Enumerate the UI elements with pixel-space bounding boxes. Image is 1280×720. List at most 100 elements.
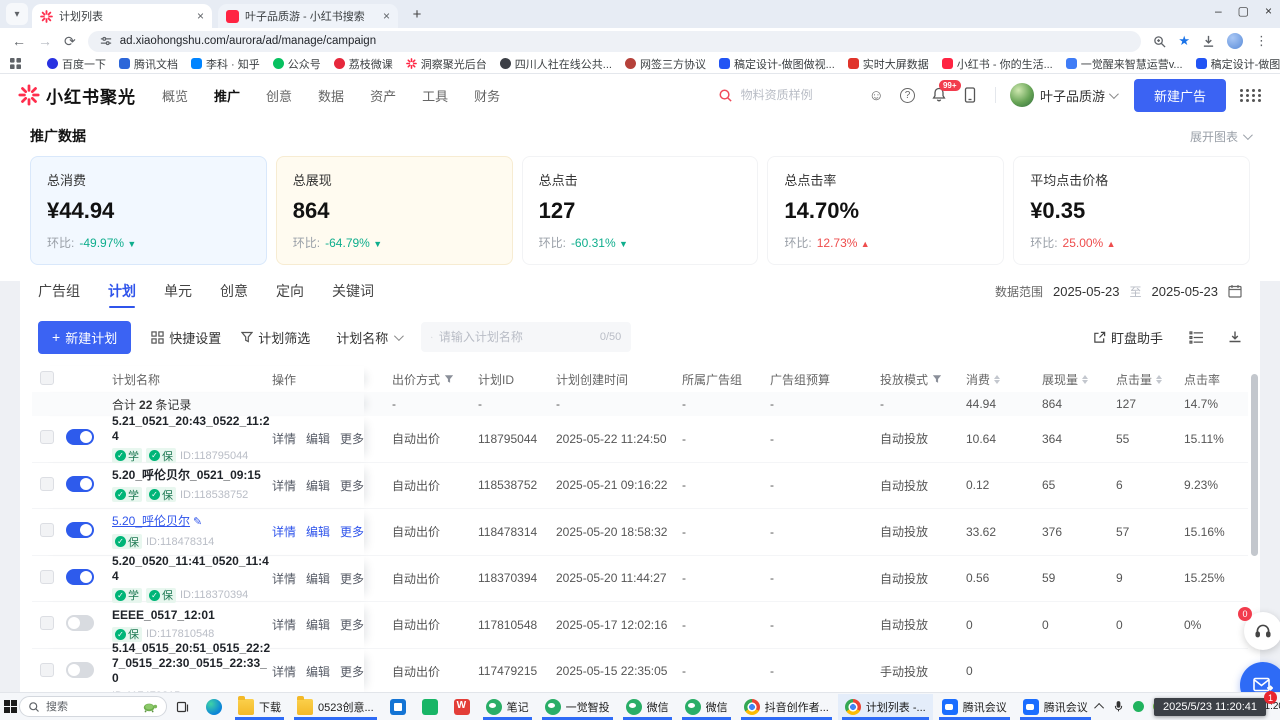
plan-name[interactable]: 5.14_0515_20:51_0515_22:27_0515_22:30_05…: [112, 641, 270, 685]
microphone-icon[interactable]: [1113, 700, 1124, 713]
url-bar[interactable]: ad.xiaohongshu.com/aurora/ad/manage/camp…: [88, 31, 1142, 52]
action-more[interactable]: 更多: [340, 663, 364, 680]
taskbar-search-input[interactable]: [46, 701, 136, 713]
tab-search-icon[interactable]: ▾: [6, 3, 28, 25]
mobile-preview-icon[interactable]: [963, 87, 977, 103]
user-name[interactable]: 叶子品质游: [1040, 86, 1105, 105]
tray-green-icon[interactable]: [1133, 701, 1144, 712]
action-detail[interactable]: 详情: [272, 523, 296, 540]
filter-funnel-icon[interactable]: [932, 374, 942, 384]
download-icon[interactable]: [1202, 35, 1215, 48]
taskbar-app-chrome-douyin[interactable]: 抖音创作者...: [737, 694, 836, 720]
tray-expand-icon[interactable]: [1094, 703, 1104, 713]
select-all-checkbox[interactable]: [40, 371, 54, 385]
plan-search-box[interactable]: 0/50: [421, 322, 631, 352]
row-checkbox[interactable]: [40, 523, 54, 537]
app-grid-icon[interactable]: [1240, 89, 1262, 102]
col-ctr[interactable]: 点击率: [1184, 371, 1230, 388]
col-impressions[interactable]: 展现量: [1042, 371, 1116, 388]
nav-data[interactable]: 数据: [318, 86, 344, 105]
taskbar-app-wps[interactable]: [447, 694, 477, 720]
col-bid-type[interactable]: 出价方式: [392, 371, 478, 388]
tab-adgroup[interactable]: 广告组: [38, 268, 80, 314]
feedback-smiley-icon[interactable]: ☺: [869, 87, 884, 104]
search-field-select[interactable]: 计划名称: [336, 328, 401, 347]
taskbar-search[interactable]: [19, 696, 167, 717]
taskbar-app-store[interactable]: [383, 694, 413, 720]
date-end[interactable]: 2025-05-23: [1152, 284, 1219, 299]
action-detail[interactable]: 详情: [272, 430, 296, 447]
row-checkbox[interactable]: [40, 616, 54, 630]
action-more[interactable]: 更多: [340, 477, 364, 494]
sort-icon[interactable]: [1082, 375, 1088, 384]
action-detail[interactable]: 详情: [272, 663, 296, 680]
browser-profile-avatar[interactable]: [1227, 33, 1243, 49]
taskbar-app-green[interactable]: [415, 694, 445, 720]
header-search[interactable]: [718, 88, 851, 103]
taskbar-app-wechat[interactable]: 微信: [678, 694, 735, 720]
apps-grid-icon[interactable]: [10, 58, 21, 69]
nav-tools[interactable]: 工具: [422, 86, 448, 105]
bookmark[interactable]: 小红书 - 你的生活...: [942, 56, 1053, 72]
bookmark[interactable]: 四川人社在线公共...: [500, 56, 612, 72]
back-button[interactable]: ←: [12, 34, 26, 48]
table-vertical-scrollbar[interactable]: [1251, 374, 1258, 556]
stat-card-cpc[interactable]: 平均点击价格 ¥0.35 环比:25.00% ▲: [1013, 156, 1250, 265]
taskbar-app-chrome-plan-list[interactable]: 计划列表 -...: [838, 694, 933, 720]
bookmark[interactable]: 腾讯文档: [119, 56, 178, 72]
tab-plan[interactable]: 计划: [108, 268, 136, 314]
action-more[interactable]: 更多: [340, 430, 364, 447]
user-avatar[interactable]: [1010, 83, 1034, 107]
action-detail[interactable]: 详情: [272, 616, 296, 633]
window-maximize-button[interactable]: ▢: [1238, 4, 1249, 18]
action-edit[interactable]: 编辑: [306, 663, 330, 680]
tune-icon[interactable]: [100, 35, 112, 47]
row-toggle[interactable]: [66, 429, 94, 445]
tab-unit[interactable]: 单元: [164, 268, 192, 314]
tab-targeting[interactable]: 定向: [276, 268, 304, 314]
action-more[interactable]: 更多: [340, 616, 364, 633]
action-edit[interactable]: 编辑: [306, 616, 330, 633]
action-edit[interactable]: 编辑: [306, 570, 330, 587]
row-checkbox[interactable]: [40, 663, 54, 677]
taskbar-app-wechat[interactable]: 微信: [619, 694, 676, 720]
download-icon[interactable]: [1228, 330, 1242, 344]
action-detail[interactable]: 详情: [272, 477, 296, 494]
row-toggle[interactable]: [66, 615, 94, 631]
window-close-button[interactable]: ×: [1265, 4, 1272, 18]
stat-card-clicks[interactable]: 总点击 127 环比:-60.31% ▼: [522, 156, 759, 265]
row-checkbox[interactable]: [40, 430, 54, 444]
app-logo[interactable]: 小红书聚光: [18, 83, 136, 108]
action-more[interactable]: 更多: [340, 570, 364, 587]
row-toggle[interactable]: [66, 476, 94, 492]
nav-finance[interactable]: 财务: [474, 86, 500, 105]
taskbar-app-edge[interactable]: [199, 694, 229, 720]
taskbar-app-folder[interactable]: 0523创意...: [290, 694, 381, 720]
action-edit[interactable]: 编辑: [306, 523, 330, 540]
plan-filter-button[interactable]: 计划筛选: [241, 328, 310, 347]
help-icon[interactable]: ?: [900, 88, 915, 103]
calendar-icon[interactable]: [1228, 284, 1242, 298]
action-edit[interactable]: 编辑: [306, 477, 330, 494]
nav-overview[interactable]: 概览: [162, 86, 188, 105]
bookmark[interactable]: 一觉醒来智慧运营v...: [1066, 56, 1183, 72]
zoom-icon[interactable]: [1153, 35, 1166, 48]
new-plan-button[interactable]: 新建计划: [38, 321, 131, 354]
bookmark[interactable]: 稿定设计-做图做视...: [719, 56, 835, 72]
plan-name[interactable]: 5.21_0521_20:43_0522_11:24: [112, 414, 270, 443]
row-checkbox[interactable]: [40, 570, 54, 584]
tab-keywords[interactable]: 关键词: [332, 268, 374, 314]
stat-card-impressions[interactable]: 总展现 864 环比:-64.79% ▼: [276, 156, 513, 265]
custom-columns-icon[interactable]: [1189, 331, 1204, 344]
plan-name[interactable]: 5.20_呼伦贝尔: [112, 514, 190, 528]
bookmark[interactable]: 洞察聚光后台: [406, 56, 487, 72]
nav-creative[interactable]: 创意: [266, 86, 292, 105]
quick-settings-button[interactable]: 快捷设置: [151, 328, 221, 347]
header-search-input[interactable]: [741, 88, 851, 102]
bookmark[interactable]: 荔枝微课: [334, 56, 393, 72]
reload-button[interactable]: ⟳: [64, 34, 76, 48]
bookmark[interactable]: 李科 · 知乎: [191, 56, 260, 72]
taskbar-app-downloads[interactable]: 下载: [231, 694, 288, 720]
filter-funnel-icon[interactable]: [444, 374, 454, 384]
notification-bell-icon[interactable]: 99+: [931, 87, 947, 103]
